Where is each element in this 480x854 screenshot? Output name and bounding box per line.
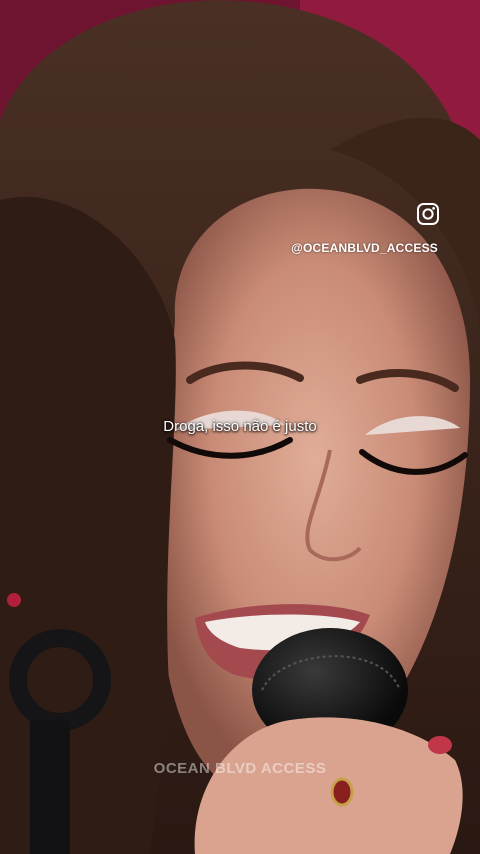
subtitle-caption: Droga, isso não é justo (163, 418, 317, 435)
video-frame[interactable]: @OCEANBLVD_ACCESS Droga, isso não é just… (0, 0, 480, 854)
fingernail (428, 736, 452, 754)
earring (7, 593, 21, 607)
watermark: OCEAN BLVD ACCESS (153, 760, 327, 777)
ring (330, 777, 354, 807)
mic-stand (30, 720, 70, 854)
instagram-icon (417, 203, 439, 225)
hair-front-left (0, 196, 176, 854)
instagram-handle: @OCEANBLVD_ACCESS (291, 241, 438, 255)
